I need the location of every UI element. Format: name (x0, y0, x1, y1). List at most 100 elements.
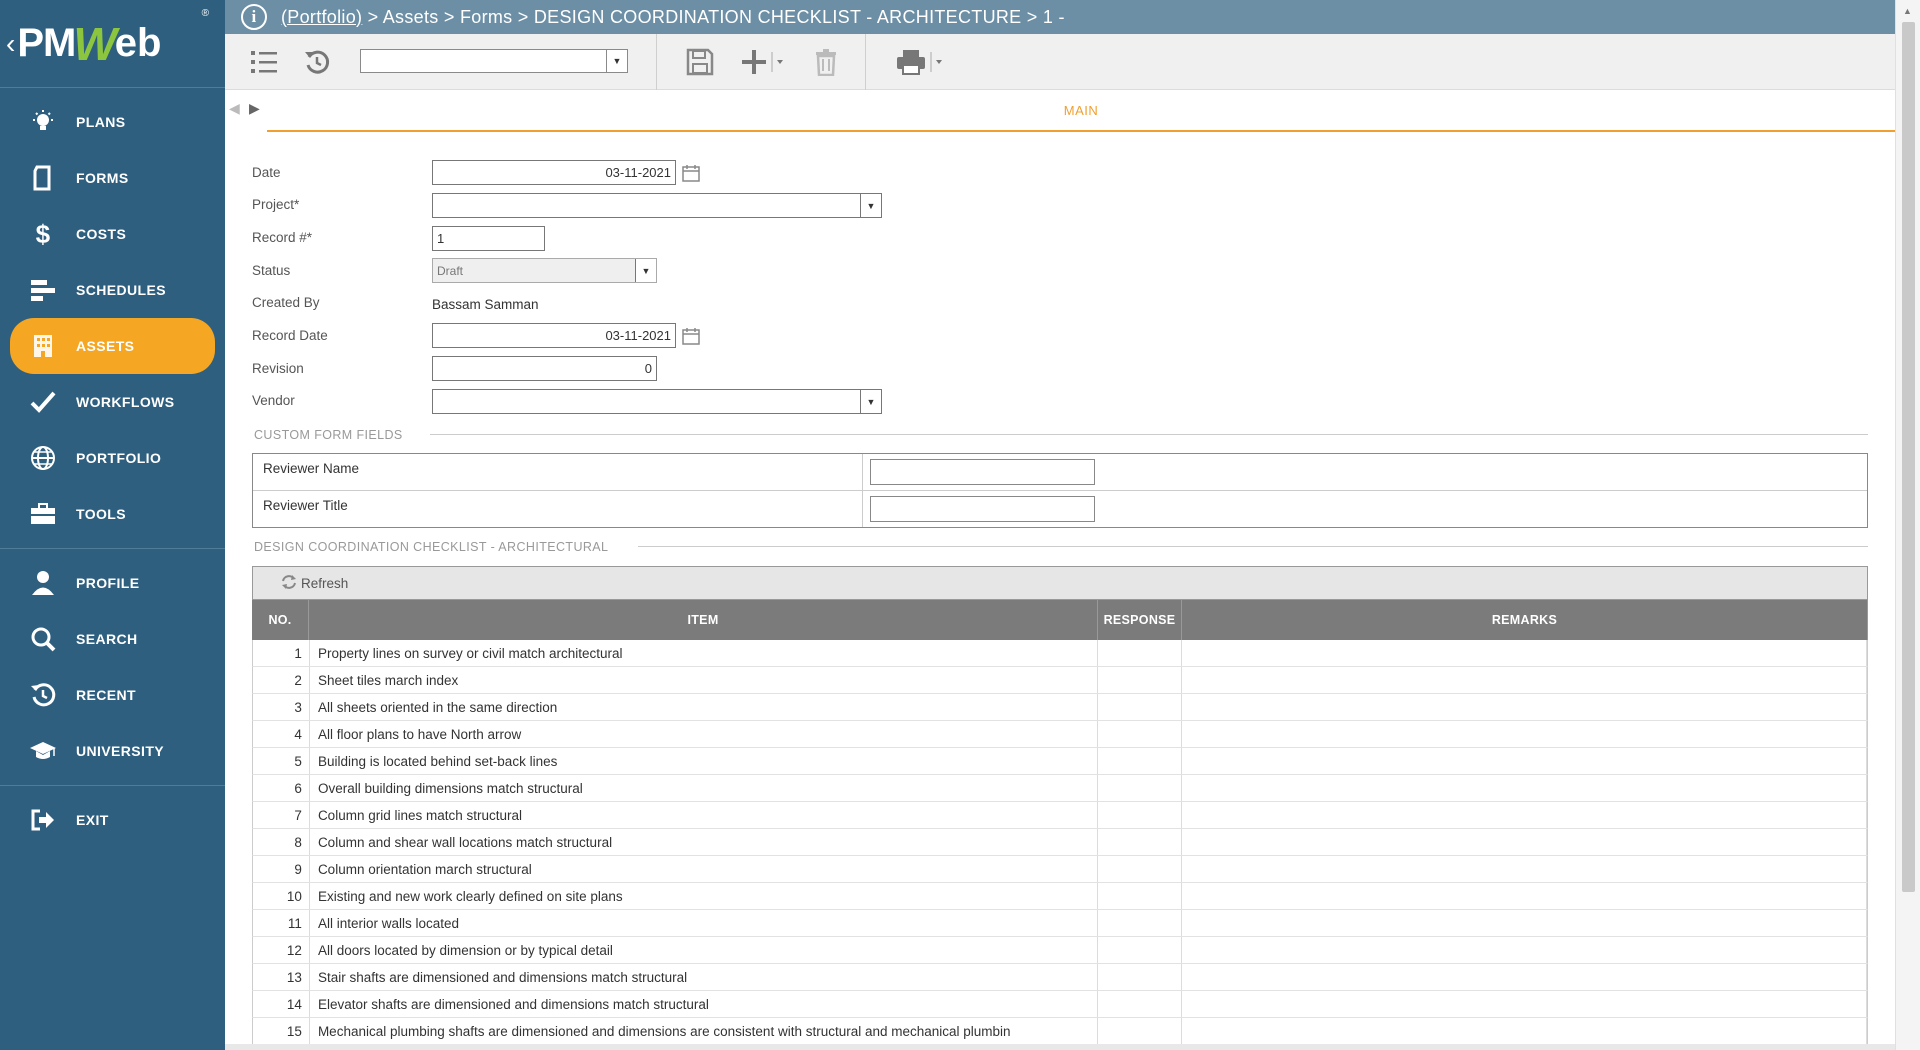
sidebar-item-costs[interactable]: $ COSTS (10, 206, 215, 262)
delete-icon[interactable] (808, 44, 844, 80)
row-remarks-cell[interactable] (1182, 640, 1867, 666)
row-response-cell[interactable] (1098, 964, 1182, 990)
tab-main[interactable]: MAIN (267, 90, 1895, 132)
table-row[interactable]: 10 Existing and new work clearly defined … (252, 883, 1868, 910)
sidebar-item-exit[interactable]: EXIT (10, 792, 215, 848)
table-row[interactable]: 9 Column orientation march structural (252, 856, 1868, 883)
table-row[interactable]: 8 Column and shear wall locations match s… (252, 829, 1868, 856)
row-item: Mechanical plumbing shafts are dimension… (310, 1018, 1098, 1044)
breadcrumb-portfolio-link[interactable]: (Portfolio) (281, 7, 362, 28)
date-field[interactable]: 03-11-2021 (432, 160, 676, 185)
vendor-select[interactable]: ▼ (432, 389, 882, 414)
tab-scroll-right-icon[interactable]: ▶ (249, 100, 260, 117)
chevron-down-icon[interactable]: ▼ (860, 390, 881, 413)
row-response-cell[interactable] (1098, 694, 1182, 720)
refresh-button[interactable]: Refresh (301, 576, 348, 591)
row-remarks-cell[interactable] (1182, 910, 1867, 936)
sidebar-item-search[interactable]: SEARCH (10, 611, 215, 667)
history-icon[interactable] (299, 44, 335, 80)
record-number-field[interactable]: 1 (432, 226, 545, 251)
sidebar-item-workflows[interactable]: WORKFLOWS (10, 374, 215, 430)
column-header-item[interactable]: ITEM (309, 600, 1098, 640)
row-response-cell[interactable] (1098, 991, 1182, 1017)
row-response-cell[interactable] (1098, 721, 1182, 747)
row-response-cell[interactable] (1098, 910, 1182, 936)
row-response-cell[interactable] (1098, 748, 1182, 774)
table-row[interactable]: 3 All sheets oriented in the same directi… (252, 694, 1868, 721)
print-icon[interactable] (893, 44, 949, 80)
column-header-remarks[interactable]: REMARKS (1182, 600, 1868, 640)
row-response-cell[interactable] (1098, 829, 1182, 855)
scrollbar-thumb[interactable] (1902, 22, 1915, 892)
sidebar-item-university[interactable]: UNIVERSITY (10, 723, 215, 779)
row-remarks-cell[interactable] (1182, 748, 1867, 774)
row-response-cell[interactable] (1098, 937, 1182, 963)
column-header-response[interactable]: RESPONSE (1098, 600, 1182, 640)
reviewer-name-field[interactable] (870, 459, 1095, 485)
column-header-no[interactable]: NO. (252, 600, 309, 640)
sidebar-item-assets[interactable]: ASSETS (10, 318, 215, 374)
save-icon[interactable] (682, 44, 718, 80)
row-remarks-cell[interactable] (1182, 937, 1867, 963)
sidebar-item-plans[interactable]: PLANS (10, 94, 215, 150)
chevron-down-icon[interactable]: ▼ (635, 259, 656, 282)
row-remarks-cell[interactable] (1182, 856, 1867, 882)
horizontal-scrollbar[interactable] (225, 1044, 1895, 1050)
status-select[interactable]: Draft ▼ (432, 258, 657, 283)
row-response-cell[interactable] (1098, 667, 1182, 693)
vertical-scrollbar[interactable]: ▲ (1895, 0, 1920, 1050)
chevron-down-icon[interactable]: ▼ (606, 50, 627, 72)
row-remarks-cell[interactable] (1182, 775, 1867, 801)
reviewer-title-field[interactable] (870, 496, 1095, 522)
record-date-field[interactable]: 03-11-2021 (432, 323, 676, 348)
table-row[interactable]: 14 Elevator shafts are dimensioned and di… (252, 991, 1868, 1018)
table-row[interactable]: 12 All doors located by dimension or by t… (252, 937, 1868, 964)
chevron-down-icon[interactable]: ▼ (860, 194, 881, 217)
row-response-cell[interactable] (1098, 802, 1182, 828)
sidebar-item-schedules[interactable]: SCHEDULES (10, 262, 215, 318)
calendar-icon[interactable] (682, 164, 700, 182)
layout-select[interactable]: ▼ (360, 49, 628, 73)
table-row[interactable]: 13 Stair shafts are dimensioned and dimen… (252, 964, 1868, 991)
project-select[interactable]: ▼ (432, 193, 882, 218)
table-row[interactable]: 7 Column grid lines match structural (252, 802, 1868, 829)
sidebar-item-forms[interactable]: FORMS (10, 150, 215, 206)
row-remarks-cell[interactable] (1182, 694, 1867, 720)
calendar-icon[interactable] (682, 327, 700, 345)
row-remarks-cell[interactable] (1182, 964, 1867, 990)
table-row[interactable]: 2 Sheet tiles march index (252, 667, 1868, 694)
row-remarks-cell[interactable] (1182, 829, 1867, 855)
record-number-value: 1 (437, 231, 445, 246)
row-remarks-cell[interactable] (1182, 991, 1867, 1017)
row-response-cell[interactable] (1098, 775, 1182, 801)
sidebar-item-tools[interactable]: TOOLS (10, 486, 215, 542)
graduation-cap-icon (28, 736, 58, 766)
table-row[interactable]: 1 Property lines on survey or civil match… (252, 640, 1868, 667)
scroll-up-icon[interactable]: ▲ (1903, 6, 1912, 16)
list-icon[interactable] (246, 44, 282, 80)
pmweb-logo[interactable]: ‹ PM W eb ® (0, 0, 225, 88)
refresh-icon[interactable] (281, 574, 297, 593)
row-response-cell[interactable] (1098, 856, 1182, 882)
row-remarks-cell[interactable] (1182, 883, 1867, 909)
row-remarks-cell[interactable] (1182, 1018, 1867, 1044)
collapse-chevron-icon[interactable]: ‹ (6, 28, 15, 60)
table-row[interactable]: 6 Overall building dimensions match struc… (252, 775, 1868, 802)
row-response-cell[interactable] (1098, 1018, 1182, 1044)
row-remarks-cell[interactable] (1182, 802, 1867, 828)
tab-scroll-left-icon[interactable]: ◀ (229, 100, 240, 117)
row-remarks-cell[interactable] (1182, 667, 1867, 693)
sidebar-item-profile[interactable]: PROFILE (10, 555, 215, 611)
row-response-cell[interactable] (1098, 883, 1182, 909)
revision-field[interactable]: 0 (432, 356, 657, 381)
row-remarks-cell[interactable] (1182, 721, 1867, 747)
sidebar-item-portfolio[interactable]: PORTFOLIO (10, 430, 215, 486)
sidebar-item-recent[interactable]: RECENT (10, 667, 215, 723)
table-row[interactable]: 4 All floor plans to have North arrow (252, 721, 1868, 748)
row-response-cell[interactable] (1098, 640, 1182, 666)
info-icon[interactable]: i (241, 4, 267, 30)
add-icon[interactable] (737, 44, 791, 80)
table-row[interactable]: 15 Mechanical plumbing shafts are dimensi… (252, 1018, 1868, 1045)
table-row[interactable]: 11 All interior walls located (252, 910, 1868, 937)
table-row[interactable]: 5 Building is located behind set-back lin… (252, 748, 1868, 775)
